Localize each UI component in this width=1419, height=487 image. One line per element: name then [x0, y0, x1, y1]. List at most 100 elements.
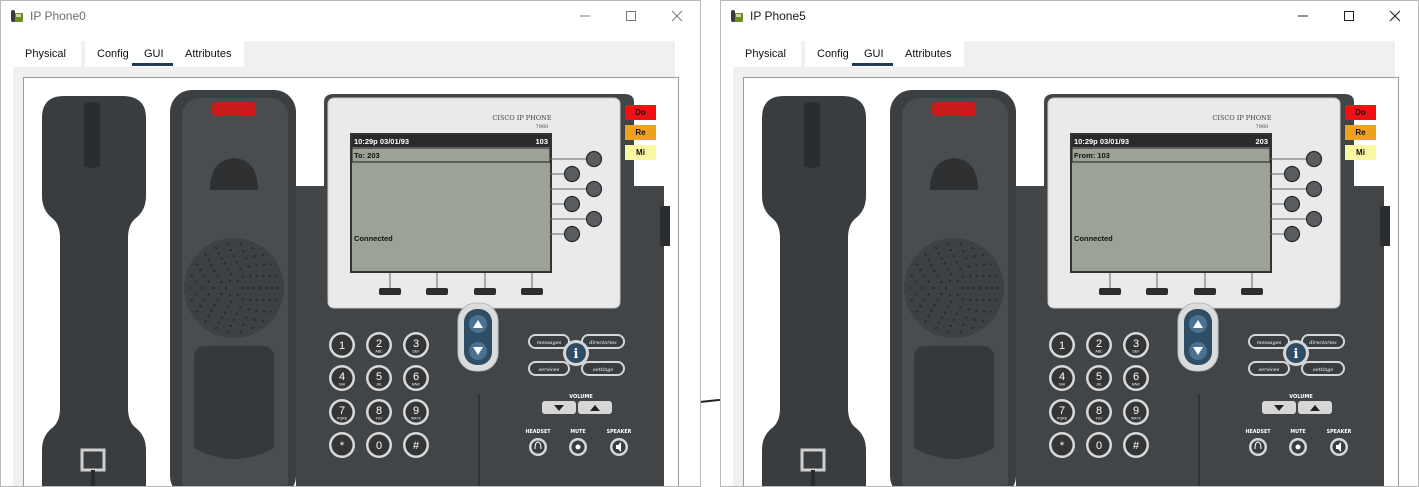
navigation-rocker[interactable]	[1177, 302, 1219, 372]
lcd-extension: 103	[535, 137, 548, 146]
keypad-key-0[interactable]: 0	[366, 432, 392, 458]
keypad-key-3[interactable]: 3DEF	[1123, 332, 1149, 358]
keypad-key-1[interactable]: 1	[329, 332, 355, 358]
title-bar[interactable]: IP Phone5	[721, 1, 1418, 31]
minimize-icon	[1297, 10, 1309, 22]
speaker-label: SPEAKER	[607, 429, 632, 435]
keypad-letters: JKL	[376, 383, 382, 387]
keypad-key-2[interactable]: 2ABC	[1086, 332, 1112, 358]
keypad-key-star[interactable]: *	[1049, 432, 1075, 458]
handset[interactable]	[762, 96, 866, 487]
minimize-icon	[579, 10, 591, 22]
info-button[interactable]: i	[563, 340, 589, 366]
settings-button[interactable]: settings	[581, 361, 625, 376]
navigation-rocker[interactable]	[457, 302, 499, 372]
tab-content-area: CISCO IP PHONE 7960 1 2 ABC 3 DEF 4 GHI 5 JKL 6 MNO 7…	[13, 69, 679, 486]
messages-button[interactable]: messages	[1248, 334, 1290, 349]
message-waiting-light	[932, 102, 976, 116]
keypad-letters: GHI	[1059, 383, 1065, 387]
speaker-grille	[904, 238, 1004, 338]
headset-button[interactable]	[529, 438, 547, 456]
nav-up-arrow-icon[interactable]	[1189, 315, 1207, 333]
volume-label: VOLUME	[1289, 394, 1313, 400]
minimize-button[interactable]	[1280, 1, 1326, 31]
keypad-key-4[interactable]: 4GHI	[1049, 365, 1075, 391]
close-button[interactable]	[1372, 1, 1418, 31]
keypad-key-8[interactable]: 8TUV	[366, 399, 392, 425]
volume-down-button[interactable]	[1262, 401, 1296, 414]
tab-config[interactable]: Config	[805, 41, 852, 67]
tab-config[interactable]: Config	[85, 41, 132, 67]
keypad-digit: 0	[376, 440, 382, 452]
active-tab-indicator	[852, 63, 893, 66]
maximize-button[interactable]	[1326, 1, 1372, 31]
directories-button[interactable]: directories	[581, 334, 625, 349]
settings-button[interactable]: settings	[1301, 361, 1345, 376]
model-label: 7960	[1256, 124, 1269, 130]
mute-button[interactable]	[569, 438, 587, 456]
keypad-digit: 8	[376, 405, 382, 417]
keypad-key-1[interactable]: 1	[1049, 332, 1075, 358]
tab-physical[interactable]: Physical	[13, 41, 81, 67]
volume-down-button[interactable]	[542, 401, 576, 414]
keypad-key-8[interactable]: 8TUV	[1086, 399, 1112, 425]
keypad-key-0[interactable]: 0	[1086, 432, 1112, 458]
maximize-button[interactable]	[608, 1, 654, 31]
keypad-digit: 5	[376, 371, 382, 383]
handset[interactable]	[42, 96, 146, 487]
phone-illustration: CISCO IP PHONE79601 2ABC3DEF4GHI5JKL6MNO7…	[762, 90, 1390, 487]
keypad-letters: PQRS	[337, 417, 348, 421]
services-button[interactable]: services	[1248, 361, 1290, 376]
keypad-key-6[interactable]: 6MNO	[403, 365, 429, 391]
keypad-digit: *	[340, 440, 345, 452]
keypad-digit: 2	[1096, 338, 1102, 350]
phone-window-1[interactable]: IP Phone5 CISCO IP PHONE 7960 1 2 ABC 3 DEF 4 GHI…	[720, 0, 1419, 487]
volume-up-button[interactable]	[1298, 401, 1332, 414]
keypad-digit: 5	[1096, 371, 1102, 383]
speaker-grille	[184, 238, 284, 338]
nav-down-arrow-icon[interactable]	[469, 342, 487, 360]
keypad-letters: ABC	[1095, 350, 1103, 354]
nav-down-arrow-icon[interactable]	[1189, 342, 1207, 360]
nav-up-arrow-icon[interactable]	[469, 315, 487, 333]
mute-icon	[575, 444, 581, 450]
keypad-key-hash[interactable]: #	[1123, 432, 1149, 458]
ip-phone-app-icon	[729, 8, 745, 24]
keypad-key-7[interactable]: 7PQRS	[329, 399, 355, 425]
services-button[interactable]: services	[528, 361, 570, 376]
close-button[interactable]	[654, 1, 700, 31]
mute-button[interactable]	[1289, 438, 1307, 456]
keypad-letters: DEF	[1133, 350, 1140, 354]
close-icon	[671, 10, 683, 22]
tab-attributes[interactable]: Attributes	[173, 41, 244, 67]
keypad-key-4[interactable]: 4GHI	[329, 365, 355, 391]
info-button[interactable]: i	[1283, 340, 1309, 366]
keypad-letters: GHI	[339, 383, 345, 387]
keypad-key-5[interactable]: 5JKL	[1086, 365, 1112, 391]
keypad-key-9[interactable]: 9WXYZ	[1123, 399, 1149, 425]
services-button-label: services	[539, 367, 560, 373]
speaker-button[interactable]	[610, 438, 628, 456]
tab-attributes[interactable]: Attributes	[893, 41, 964, 67]
speaker-button[interactable]	[1330, 438, 1348, 456]
keypad-key-2[interactable]: 2ABC	[366, 332, 392, 358]
directories-button[interactable]: directories	[1301, 334, 1345, 349]
keypad-key-9[interactable]: 9WXYZ	[403, 399, 429, 425]
keypad-key-6[interactable]: 6MNO	[1123, 365, 1149, 391]
messages-button[interactable]: messages	[528, 334, 570, 349]
keypad-key-3[interactable]: 3DEF	[403, 332, 429, 358]
keypad-key-5[interactable]: 5JKL	[366, 365, 392, 391]
phone-window-0[interactable]: IP Phone0 CISCO IP PHONE 7960 1 2 ABC 3 DEF 4 GHI…	[0, 0, 701, 487]
title-bar[interactable]: IP Phone0	[1, 1, 700, 31]
minimize-button[interactable]	[562, 1, 608, 31]
keypad-key-7[interactable]: 7PQRS	[1049, 399, 1075, 425]
tab-physical[interactable]: Physical	[733, 41, 801, 67]
phone-illustration: CISCO IP PHONE79601 2ABC3DEF4GHI5JKL6MNO7…	[42, 90, 670, 487]
tab-content-area: CISCO IP PHONE 7960 1 2 ABC 3 DEF 4 GHI 5 JKL 6 MNO 7…	[733, 69, 1399, 486]
keypad-key-hash[interactable]: #	[403, 432, 429, 458]
status-badge-do: Do	[1345, 105, 1376, 120]
volume-up-button[interactable]	[578, 401, 612, 414]
keypad-letters: JKL	[1096, 383, 1102, 387]
headset-button[interactable]	[1249, 438, 1267, 456]
keypad-key-star[interactable]: *	[329, 432, 355, 458]
